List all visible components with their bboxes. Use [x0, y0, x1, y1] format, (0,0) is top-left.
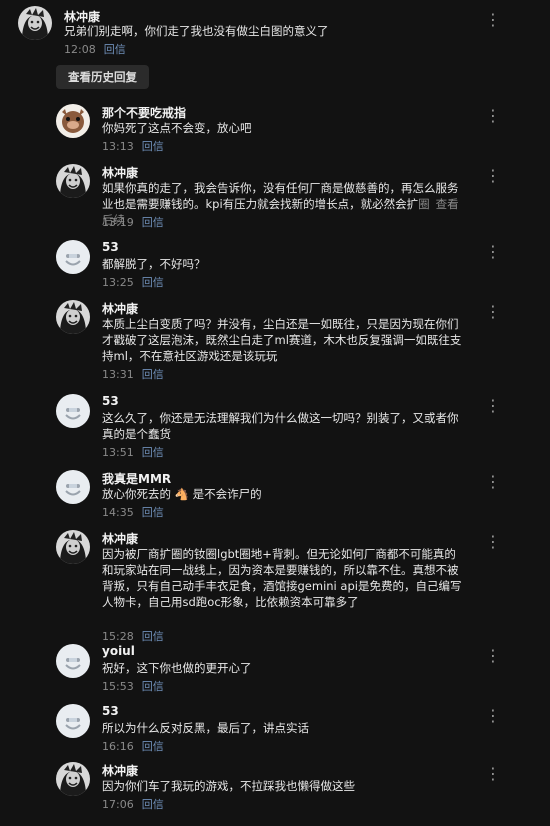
author-name[interactable]: 那个不要吃戒指 — [102, 104, 186, 121]
more-dots-icon[interactable]: ⋮ — [485, 166, 502, 185]
reply-button[interactable]: 回信 — [142, 680, 164, 693]
author-name[interactable]: 53 — [102, 240, 119, 254]
author-name[interactable]: 53 — [102, 394, 119, 408]
user-avatar-icon — [56, 300, 90, 334]
comment-meta: 17:06 回信 — [102, 796, 164, 812]
timestamp: 13:51 — [102, 446, 134, 459]
reply-button[interactable]: 回信 — [142, 798, 164, 811]
comment-meta: 13:25 回信 — [102, 274, 164, 290]
user-avatar-icon — [56, 530, 90, 564]
reply-button[interactable]: 回信 — [142, 140, 164, 153]
reply-button[interactable]: 回信 — [142, 446, 164, 459]
timestamp: 13:25 — [102, 276, 134, 289]
author-name[interactable]: 林冲康 — [102, 530, 138, 547]
avatar[interactable] — [56, 164, 90, 198]
comment-meta: 13:19 回信 — [102, 214, 164, 230]
comment-text: 放心你死去的 🐴 是不会诈尸的 — [102, 487, 262, 501]
timestamp: 17:06 — [102, 798, 134, 811]
reply-button[interactable]: 回信 — [142, 506, 164, 519]
comment-text: 都解脱了，不好吗？ — [102, 257, 206, 271]
comment-text: 祝好，这下你也做的更开心了 — [102, 661, 252, 675]
avatar[interactable] — [56, 300, 90, 334]
default-avatar-icon — [56, 394, 90, 428]
comment-text: 本质上尘白变质了吗？并没有，尘白还是一如既往，只是因为现在你们才戳破了这层泡沫，… — [102, 317, 462, 363]
reply-button[interactable]: 回信 — [142, 630, 164, 643]
author-name[interactable]: 53 — [102, 704, 119, 718]
timestamp: 13:31 — [102, 368, 134, 381]
default-avatar-icon — [56, 470, 90, 504]
avatar[interactable] — [56, 470, 90, 504]
more-dots-icon[interactable]: ⋮ — [485, 532, 502, 551]
comment-text: 你妈死了这点不会变，放心吧 — [102, 121, 252, 135]
author-name[interactable]: 林冲康 — [102, 762, 138, 779]
author-name[interactable]: 我真是MMR — [102, 470, 171, 487]
more-dots-icon[interactable]: ⋮ — [485, 396, 502, 415]
timestamp: 12:08 — [64, 43, 96, 56]
user-avatar-icon — [56, 762, 90, 796]
timestamp: 15:53 — [102, 680, 134, 693]
default-avatar-icon — [56, 240, 90, 274]
comment-text: 兄弟们别走啊，你们走了我也没有做尘白图的意义了 — [64, 24, 329, 38]
user-avatar-icon — [18, 6, 52, 40]
timestamp: 15:28 — [102, 630, 134, 643]
user-avatar-icon — [56, 164, 90, 198]
comment-text: 因为被厂商扩圈的钕圈lgbt圈地+背刺。但无论如何厂商都不可能真的和玩家站在同一… — [102, 547, 462, 609]
avatar[interactable] — [56, 762, 90, 796]
avatar[interactable] — [56, 704, 90, 738]
reply-button[interactable]: 回信 — [104, 43, 126, 56]
comment-text: 这么久了，你还是无法理解我们为什么做这一切吗？别装了，又或者你真的是个蠢货 — [102, 411, 459, 441]
more-dots-icon[interactable]: ⋮ — [485, 764, 502, 783]
comment-meta: 15:28 回信 — [102, 628, 164, 644]
comment-meta: 12:08 回信 — [64, 41, 126, 57]
avatar[interactable] — [56, 644, 90, 678]
pig-avatar-icon — [56, 104, 90, 138]
more-dots-icon[interactable]: ⋮ — [485, 706, 502, 725]
avatar[interactable] — [56, 240, 90, 274]
reply-button[interactable]: 回信 — [142, 368, 164, 381]
comment-text: 所以为什么反对反黑，最后了，讲点实话 — [102, 721, 309, 735]
avatar[interactable] — [56, 104, 90, 138]
default-avatar-icon — [56, 704, 90, 738]
comment-meta: 13:31 回信 — [102, 366, 164, 382]
comment-thread: 林冲康 兄弟们别走啊，你们走了我也没有做尘白图的意义了 12:08 回信 ⋮ 查看… — [0, 0, 550, 826]
avatar[interactable] — [18, 6, 52, 40]
reply-button[interactable]: 回信 — [142, 740, 164, 753]
more-dots-icon[interactable]: ⋮ — [485, 302, 502, 321]
author-name[interactable]: yoiul — [102, 644, 135, 658]
timestamp: 16:16 — [102, 740, 134, 753]
timestamp: 14:35 — [102, 506, 134, 519]
avatar[interactable] — [56, 530, 90, 564]
comment-meta: 13:51 回信 — [102, 444, 164, 460]
more-dots-icon[interactable]: ⋮ — [485, 472, 502, 491]
reply-button[interactable]: 回信 — [142, 276, 164, 289]
more-dots-icon[interactable]: ⋮ — [485, 242, 502, 261]
avatar[interactable] — [56, 394, 90, 428]
more-dots-icon[interactable]: ⋮ — [485, 106, 502, 125]
timestamp: 13:13 — [102, 140, 134, 153]
more-dots-icon[interactable]: ⋮ — [485, 10, 502, 29]
author-name[interactable]: 林冲康 — [102, 164, 138, 181]
comment-meta: 15:53 回信 — [102, 678, 164, 694]
truncated-text: 圈 — [418, 197, 430, 211]
timestamp: 13:19 — [102, 216, 134, 229]
default-avatar-icon — [56, 644, 90, 678]
comment-text: 因为你们车了我玩的游戏，不拉踩我也懒得做这些 — [102, 779, 355, 793]
more-dots-icon[interactable]: ⋮ — [485, 646, 502, 665]
author-name[interactable]: 林冲康 — [102, 300, 138, 317]
comment-meta: 16:16 回信 — [102, 738, 164, 754]
comment-meta: 14:35 回信 — [102, 504, 164, 520]
reply-button[interactable]: 回信 — [142, 216, 164, 229]
comment-meta: 13:13 回信 — [102, 138, 164, 154]
view-history-button[interactable]: 查看历史回复 — [56, 65, 149, 89]
